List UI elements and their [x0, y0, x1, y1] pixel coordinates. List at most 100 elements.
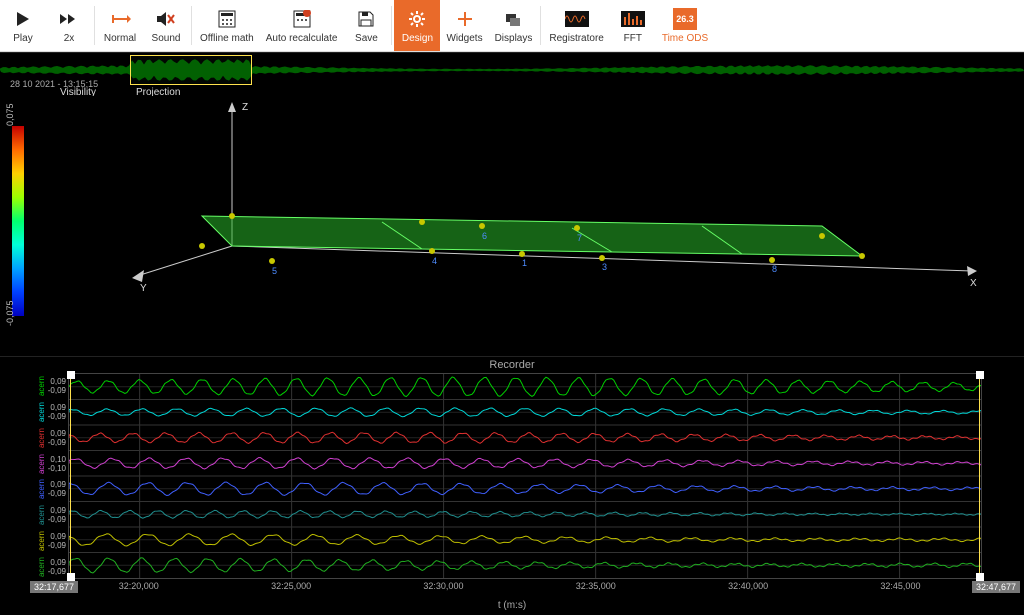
channel-name: acern — [38, 428, 46, 448]
axis-z-label: Z — [242, 102, 248, 113]
time-ods-button[interactable]: 26.3 Time ODS — [656, 0, 714, 51]
recorder-channel-label: acern0,09-0,09 — [0, 399, 66, 425]
node-7-label: 7 — [577, 233, 582, 243]
axis-y-label: Y — [140, 283, 147, 294]
widgets-button[interactable]: Widgets — [440, 0, 488, 51]
node-3-label: 3 — [602, 262, 607, 272]
channel-name: acern — [38, 454, 46, 474]
recorder-xtick: 32:30,000 — [423, 581, 463, 591]
fast-forward-icon — [59, 8, 79, 30]
auto-recalc-button[interactable]: Auto recalculate — [260, 0, 344, 51]
design-label: Design — [402, 33, 433, 44]
channel-range: 0,09-0,09 — [48, 403, 66, 421]
channel-name: acern — [38, 557, 46, 577]
channel-name: acern — [38, 479, 46, 499]
node-4-label: 4 — [432, 256, 437, 266]
recorder-tend: 32:47,677 — [972, 581, 1020, 593]
time-ods-icon: 26.3 — [673, 8, 697, 30]
displays-icon — [504, 8, 522, 30]
channel-name: acern — [38, 505, 46, 525]
recorder-channel-label: acern0,09-0,09 — [0, 554, 66, 580]
channel-range: 0,09-0,09 — [48, 532, 66, 550]
recorder-channel-label: acern0,09-0,09 — [0, 477, 66, 503]
axis-x-label: X — [970, 278, 977, 289]
save-label: Save — [355, 33, 378, 44]
calculator-icon — [218, 8, 236, 30]
recorder-xtick: 32:40,000 — [728, 581, 768, 591]
timeline-selection[interactable] — [130, 55, 252, 85]
channel-range: 0,09-0,09 — [48, 506, 66, 524]
recorder-channel-label: acern0,09-0,09 — [0, 425, 66, 451]
speed-label: 2x — [64, 33, 75, 44]
design-button[interactable]: Design — [394, 0, 440, 51]
registratore-label: Registratore — [549, 33, 603, 44]
widgets-label: Widgets — [446, 33, 482, 44]
auto-recalc-label: Auto recalculate — [266, 33, 338, 44]
channel-range: 0,09-0,09 — [48, 480, 66, 498]
fft-icon — [621, 8, 645, 30]
displays-label: Displays — [495, 33, 533, 44]
channel-name: acern — [38, 402, 46, 422]
fft-label: FFT — [624, 33, 642, 44]
recorder-channel-label: acern0,09-0,09 — [0, 373, 66, 399]
recorder-xtick: 32:35,000 — [576, 581, 616, 591]
recorder-channel-label: acern0,09-0,09 — [0, 528, 66, 554]
offline-math-button[interactable]: Offline math — [194, 0, 260, 51]
colorbar-max: 0,075 — [5, 103, 15, 126]
channel-range: 0,09-0,09 — [48, 429, 66, 447]
recorder-xlabel: t (m:s) — [0, 600, 1024, 611]
recorder-xtick: 32:20,000 — [119, 581, 159, 591]
save-button[interactable]: Save — [343, 0, 389, 51]
axes-3d: Z X Y — [120, 96, 1004, 356]
sound-label: Sound — [152, 33, 181, 44]
gear-icon — [408, 8, 426, 30]
recorder-yaxis: acern0,09-0,09acern0,09-0,09acern0,09-0,… — [0, 373, 68, 579]
sound-mute-icon — [156, 8, 176, 30]
channel-range: 0,10-0,10 — [48, 455, 66, 473]
play-label: Play — [13, 33, 32, 44]
channel-name: acern — [38, 376, 46, 396]
recorder-xaxis: 32:20,000 32:25,000 32:30,000 32:35,000 32:4… — [68, 581, 982, 595]
recorder-icon — [565, 8, 589, 30]
node-5-label: 5 — [272, 266, 277, 276]
recorder-tstart: 32:17,677 — [30, 581, 78, 593]
toolbar: Play 2x Normal Sound Offline math Auto r… — [0, 0, 1024, 52]
toolbar-separator — [540, 6, 541, 45]
registratore-button[interactable]: Registratore — [543, 0, 609, 51]
offline-math-label: Offline math — [200, 33, 254, 44]
auto-recalc-icon — [293, 8, 311, 30]
channel-name: acern — [38, 531, 46, 551]
play-icon — [14, 8, 32, 30]
colorbar — [12, 126, 24, 316]
speed-button[interactable]: 2x — [46, 0, 92, 51]
recorder-cursor-right[interactable] — [979, 374, 980, 578]
normal-button[interactable]: Normal — [97, 0, 143, 51]
recorder-channel-label: acern0,09-0,09 — [0, 502, 66, 528]
toolbar-separator — [391, 6, 392, 45]
colorbar-min: -0,075 — [5, 300, 15, 326]
toolbar-separator — [191, 6, 192, 45]
save-icon — [357, 8, 375, 30]
node-1-label: 1 — [522, 258, 527, 268]
channel-range: 0,09-0,09 — [48, 377, 66, 395]
recorder-xtick: 32:25,000 — [271, 581, 311, 591]
recorder-plot[interactable] — [68, 373, 982, 579]
toolbar-separator — [94, 6, 95, 45]
channel-range: 0,09-0,09 — [48, 558, 66, 576]
fft-button[interactable]: FFT — [610, 0, 656, 51]
recorder-channel-label: acern0,10-0,10 — [0, 451, 66, 477]
recorder-title: Recorder — [0, 359, 1024, 371]
recorder-panel: Recorder acern0,09-0,09acern0,09-0,09ace… — [0, 356, 1024, 613]
play-button[interactable]: Play — [0, 0, 46, 51]
sound-button[interactable]: Sound — [143, 0, 189, 51]
overview-timeline[interactable]: 28 10 2021 - 13:15:15 Visibility Project… — [0, 52, 1024, 96]
recorder-cursor-left[interactable] — [70, 374, 71, 578]
plus-icon — [456, 8, 474, 30]
ods-3d-view[interactable]: 0,075 -0,075 Z X Y — [0, 96, 1024, 356]
node-6-label: 6 — [482, 231, 487, 241]
displays-button[interactable]: Displays — [489, 0, 539, 51]
time-ods-label: Time ODS — [662, 33, 708, 44]
normal-label: Normal — [104, 33, 136, 44]
normal-icon — [109, 8, 131, 30]
node-8-label: 8 — [772, 264, 777, 274]
